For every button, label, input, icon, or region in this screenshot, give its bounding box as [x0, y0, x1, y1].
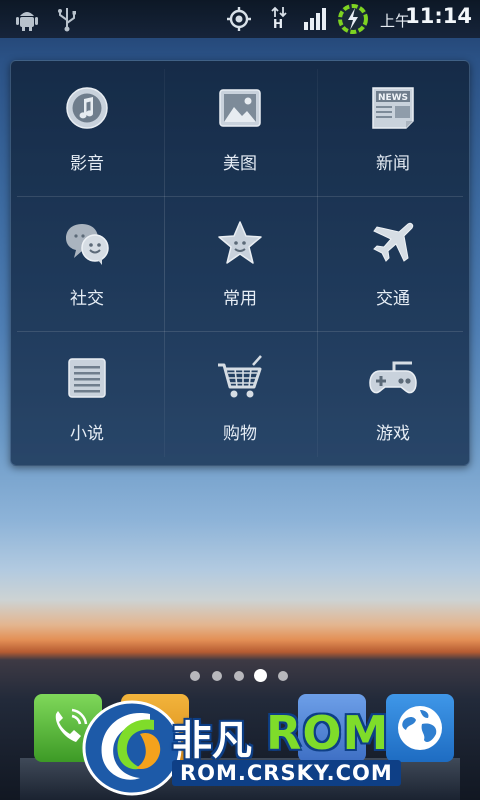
airplane-icon [373, 222, 414, 262]
news-icon-text: NEWS [378, 93, 408, 103]
watermark-rom: ROM [266, 706, 390, 760]
data-transfer-icon: H [270, 6, 288, 32]
news-icon: NEWS [372, 87, 414, 129]
app-folder: 影音 美图 NEWS 新闻 社交 常用 交通 小说 购物 游戏 [10, 60, 470, 466]
shopping-cart-icon [218, 355, 262, 398]
music-icon [66, 87, 108, 129]
app-label: 交通 [376, 289, 410, 309]
app-label: 新闻 [376, 154, 410, 174]
app-shopping[interactable]: 购物 [164, 331, 316, 465]
app-transport[interactable]: 交通 [317, 196, 469, 330]
page-dot[interactable] [212, 671, 222, 681]
network-type-label: H [273, 17, 284, 31]
charging-ring-icon [338, 4, 368, 34]
signal-icon [304, 8, 326, 30]
book-icon [68, 358, 106, 398]
app-label: 美图 [223, 154, 257, 174]
gps-icon [227, 7, 251, 31]
page-indicator [190, 669, 290, 683]
app-news[interactable]: NEWS 新闻 [317, 61, 469, 195]
app-favorites[interactable]: 常用 [164, 196, 316, 330]
android-debug-icon [16, 12, 38, 31]
app-label: 常用 [223, 289, 257, 309]
star-icon [218, 221, 262, 264]
page-dot[interactable] [234, 671, 244, 681]
app-novels[interactable]: 小说 [11, 331, 163, 465]
chat-bubbles-icon [66, 224, 109, 265]
app-grid: 影音 美图 NEWS 新闻 社交 常用 交通 小说 购物 游戏 [11, 61, 469, 465]
status-bar: H 上午 11:14 [0, 0, 480, 38]
page-dot[interactable] [278, 671, 288, 681]
clock: 11:14 [405, 4, 472, 28]
watermark-url: ROM.CRSKY.COM [172, 760, 401, 786]
watermark: 非凡 ROM ROM.CRSKY.COM [80, 692, 480, 800]
app-label: 购物 [223, 424, 257, 444]
gamepad-icon [369, 361, 417, 394]
app-media[interactable]: 影音 [11, 61, 163, 195]
app-label: 游戏 [376, 424, 410, 444]
page-dot-active[interactable] [254, 669, 267, 682]
app-label: 小说 [70, 424, 104, 444]
picture-icon [219, 89, 261, 127]
page-dot[interactable] [190, 671, 200, 681]
app-gallery[interactable]: 美图 [164, 61, 316, 195]
app-label: 社交 [70, 289, 104, 309]
watermark-brand: 非凡 [172, 718, 252, 764]
app-social[interactable]: 社交 [11, 196, 163, 330]
usb-icon [58, 8, 76, 32]
app-games[interactable]: 游戏 [317, 331, 469, 465]
watermark-logo-icon [82, 700, 182, 796]
app-label: 影音 [70, 154, 104, 174]
